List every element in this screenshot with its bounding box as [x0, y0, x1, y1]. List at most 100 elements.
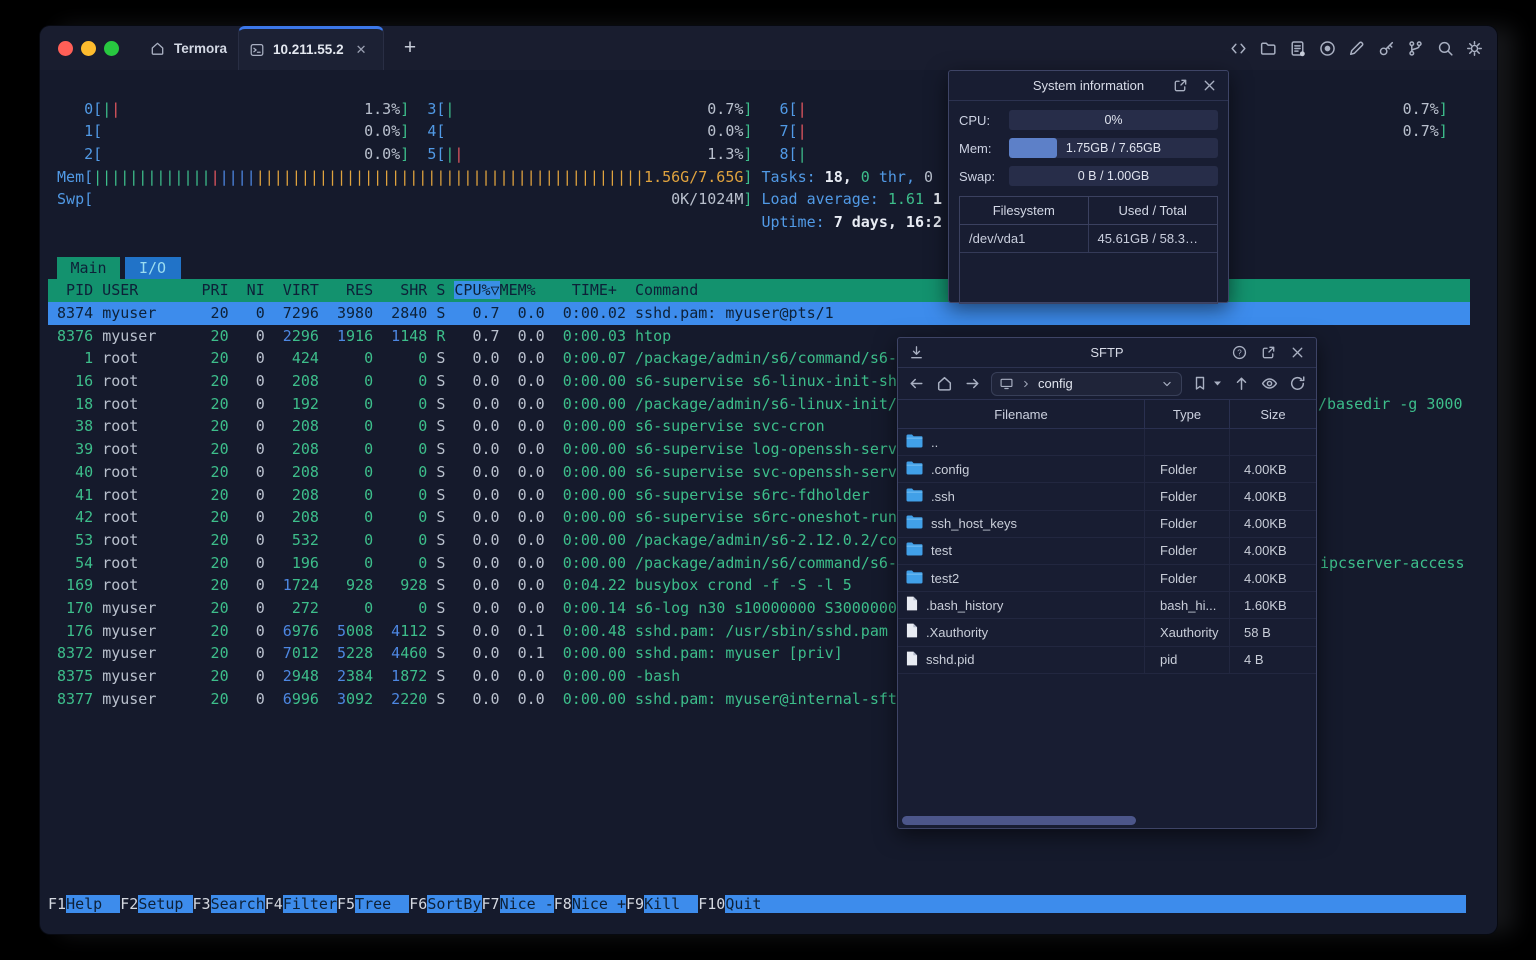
file-icon [906, 596, 918, 614]
sftp-panel: SFTP ? config Filename Type Size .. .con… [897, 337, 1317, 829]
used-total-column-header: Used / Total [1118, 203, 1187, 218]
filesystem-table-header: Filesystem Used / Total [960, 197, 1217, 225]
horizontal-scrollbar[interactable] [902, 816, 1312, 825]
file-type: Folder [1145, 456, 1230, 483]
process-row[interactable]: 170 myuser 20 0 272 0 0 S 0.0 0.0 0:00.1… [48, 597, 897, 620]
close-icon[interactable] [1289, 344, 1306, 361]
svg-text:?: ? [1237, 348, 1242, 357]
file-name: .ssh [931, 488, 955, 504]
chevron-down-icon[interactable] [1160, 377, 1174, 391]
file-name: .. [931, 434, 939, 450]
folder-icon [906, 461, 923, 478]
open-in-window-icon[interactable] [1260, 344, 1277, 361]
filename-column-header[interactable]: Filename [898, 400, 1145, 428]
file-name: ssh_host_keys [931, 516, 1017, 532]
sftp-file-row[interactable]: .bash_history bash_hi... 1.60KB [898, 592, 1316, 620]
sftp-file-row[interactable]: sshd.pid pid 4 B [898, 646, 1316, 674]
file-type: Folder [1145, 564, 1230, 592]
file-size [1230, 429, 1316, 455]
system-information-panel: System information CPU: 0% Mem: 1.75GB /… [948, 70, 1229, 304]
process-row[interactable]: 42 root 20 0 208 0 0 S 0.0 0.0 0:00.00 s… [48, 506, 897, 529]
filesystem-row[interactable]: /dev/vda1 45.61GB / 58.3… [960, 225, 1217, 253]
chevron-right-icon [1024, 380, 1028, 387]
system-information-body: CPU: 0% Mem: 1.75GB / 7.65GB Swap: 0 B /… [949, 101, 1228, 304]
process-row[interactable]: 1 root 20 0 424 0 0 S 0.0 0.0 0:00.07 /p… [48, 347, 897, 370]
process-row[interactable]: 38 root 20 0 208 0 0 S 0.0 0.0 0:00.00 s… [48, 415, 825, 438]
file-icon [906, 651, 918, 669]
mem-usage-bar: 1.75GB / 7.65GB [1009, 138, 1218, 158]
file-type: Folder [1145, 510, 1230, 537]
sftp-titlebar[interactable]: SFTP ? [898, 338, 1316, 368]
show-hidden-icon[interactable] [1260, 374, 1279, 393]
refresh-icon[interactable] [1288, 374, 1307, 393]
tab-io[interactable]: I/O [124, 256, 181, 279]
file-size: 4.00KB [1244, 488, 1287, 504]
file-size: 4.00KB [1244, 516, 1287, 532]
swap-label: Swap: [959, 168, 996, 184]
size-column-header[interactable]: Size [1230, 400, 1316, 428]
mem-usage-value: 1.75GB / 7.65GB [1065, 141, 1162, 155]
file-size: 1.60KB [1244, 597, 1287, 613]
file-icon [906, 623, 918, 641]
sftp-file-row[interactable]: test2 Folder 4.00KB [898, 564, 1316, 593]
folder-icon [906, 434, 923, 451]
parent-directory-icon[interactable] [1232, 374, 1251, 393]
sftp-file-row[interactable]: .config Folder 4.00KB [898, 456, 1316, 484]
folder-icon [906, 515, 923, 532]
sftp-file-row[interactable]: test Folder 4.00KB [898, 537, 1316, 565]
process-row[interactable]: 8376 myuser 20 0 2296 1916 1148 R 0.7 0.… [48, 325, 671, 348]
process-row[interactable]: 16 root 20 0 208 0 0 S 0.0 0.0 0:00.00 s… [48, 370, 897, 393]
file-size: 4.00KB [1244, 570, 1287, 586]
sftp-file-row[interactable]: .ssh Folder 4.00KB [898, 483, 1316, 511]
bookmark-icon[interactable] [1191, 374, 1210, 393]
file-type: Folder [1145, 537, 1230, 564]
swap-usage-value: 0 B / 1.00GB [1077, 169, 1150, 183]
file-type: pid [1145, 646, 1230, 673]
htop-function-bar[interactable]: F1Help F2Setup F3SearchF4FilterF5Tree F6… [48, 893, 1466, 916]
file-size: 4 B [1244, 652, 1264, 668]
file-type: bash_hi... [1145, 592, 1230, 619]
back-icon[interactable] [907, 374, 926, 393]
download-icon[interactable] [908, 344, 925, 361]
tab-main[interactable]: Main [57, 256, 120, 279]
filesystem-table: Filesystem Used / Total /dev/vda1 45.61G… [959, 196, 1218, 304]
swap-usage-bar: 0 B / 1.00GB [1009, 166, 1218, 186]
file-name: .bash_history [926, 597, 1004, 613]
sftp-file-row[interactable]: ssh_host_keys Folder 4.00KB [898, 510, 1316, 538]
file-name: .config [931, 461, 970, 477]
sftp-file-list: .. .config Folder 4.00KB .ssh Folder 4.00KB ssh… [898, 429, 1316, 674]
process-row[interactable]: 8374 myuser 20 0 7296 3980 2840 S 0.7 0.… [48, 301, 1470, 325]
process-row[interactable]: 53 root 20 0 532 0 0 S 0.0 0.0 0:00.00 /… [48, 529, 897, 552]
file-type: Folder [1145, 483, 1230, 510]
process-row[interactable]: 54 root 20 0 196 0 0 S 0.0 0.0 0:00.00 /… [48, 552, 897, 575]
home-icon[interactable] [935, 374, 954, 393]
forward-icon[interactable] [963, 374, 982, 393]
bookmark-dropdown-icon[interactable] [1212, 374, 1223, 393]
type-column-header[interactable]: Type [1145, 400, 1230, 428]
file-size: 4.00KB [1244, 543, 1287, 559]
process-row[interactable]: 39 root 20 0 208 0 0 S 0.0 0.0 0:00.00 s… [48, 438, 897, 461]
process-row[interactable]: 176 myuser 20 0 6976 5008 4112 S 0.0 0.1… [48, 620, 888, 643]
process-row[interactable]: 8377 myuser 20 0 6996 3092 2220 S 0.0 0.… [48, 688, 897, 711]
process-row[interactable]: 40 root 20 0 208 0 0 S 0.0 0.0 0:00.00 s… [48, 461, 897, 484]
path-breadcrumb[interactable]: config [991, 371, 1182, 396]
process-row[interactable]: 18 root 20 0 192 0 0 S 0.0 0.0 0:00.00 /… [48, 393, 897, 416]
process-row[interactable]: 41 root 20 0 208 0 0 S 0.0 0.0 0:00.00 s… [48, 484, 870, 507]
file-name: sshd.pid [926, 652, 975, 668]
sftp-file-row[interactable]: .Xauthority Xauthority 58 B [898, 619, 1316, 647]
process-row[interactable]: 8375 myuser 20 0 2948 2384 1872 S 0.0 0.… [48, 665, 680, 688]
mem-label: Mem: [959, 140, 992, 156]
sftp-toolbar: config [898, 368, 1316, 400]
system-information-titlebar[interactable]: System information [949, 71, 1228, 101]
help-icon[interactable]: ? [1231, 344, 1248, 361]
current-folder: config [1038, 376, 1073, 391]
file-size: 4.00KB [1244, 461, 1287, 477]
sftp-file-row[interactable]: .. [898, 429, 1316, 457]
file-name: .Xauthority [926, 624, 989, 640]
open-in-window-icon[interactable] [1172, 77, 1189, 94]
close-icon[interactable] [1201, 77, 1218, 94]
computer-icon [1000, 378, 1013, 390]
folder-icon [906, 570, 923, 587]
process-row[interactable]: 169 root 20 0 1724 928 928 S 0.0 0.0 0:0… [48, 574, 852, 597]
process-row[interactable]: 8372 myuser 20 0 7012 5228 4460 S 0.0 0.… [48, 642, 843, 665]
